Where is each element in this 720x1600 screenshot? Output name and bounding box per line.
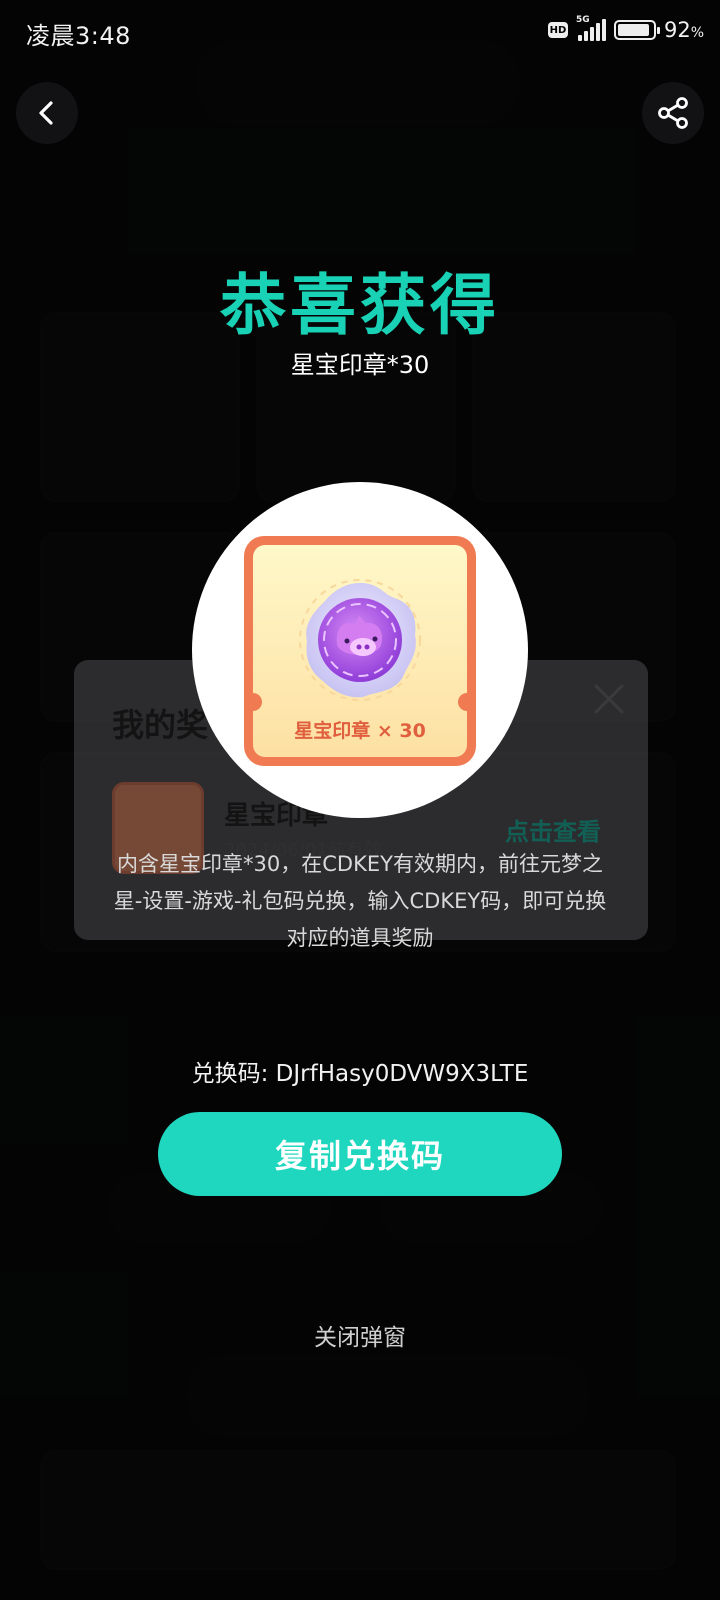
battery-percent: 92% [663,18,704,42]
back-button[interactable] [16,82,78,144]
close-dialog-link[interactable]: 关闭弹窗 [0,1318,720,1352]
star-stamp-icon [285,565,435,715]
battery-icon [613,20,660,40]
prize-ticket: 星宝印章 × 30 [244,536,476,766]
my-prize-title: 我的奖 [112,706,209,744]
status-bar: 凌晨3:48 HD 5G 92% [0,0,720,64]
hd-icon: HD [547,22,568,38]
close-icon[interactable] [592,682,626,716]
view-link[interactable]: 点击查看 [505,812,601,847]
share-icon [658,97,688,129]
network-type: 5G [575,15,590,25]
signal-icon: 5G [576,15,606,41]
redeem-code: 兑换码: DJrfHasy0DVW9X3LTE [191,1061,529,1087]
status-time: 凌晨3:48 [26,22,131,50]
dialog-title: 恭喜获得 [220,267,500,344]
prize-name: 星宝印章*30 [290,351,430,379]
chevron-left-icon [39,101,53,125]
copy-code-button[interactable]: 复制兑换码 [158,1112,562,1196]
ticket-label: 星宝印章 × 30 [294,720,426,742]
share-button[interactable] [642,82,704,144]
prize-description: 内含星宝印章*30，在CDKEY有效期内，前往元梦之星-设置-游戏-礼包码兑换，… [113,852,607,950]
status-icons: HD 5G 92% [547,15,704,42]
